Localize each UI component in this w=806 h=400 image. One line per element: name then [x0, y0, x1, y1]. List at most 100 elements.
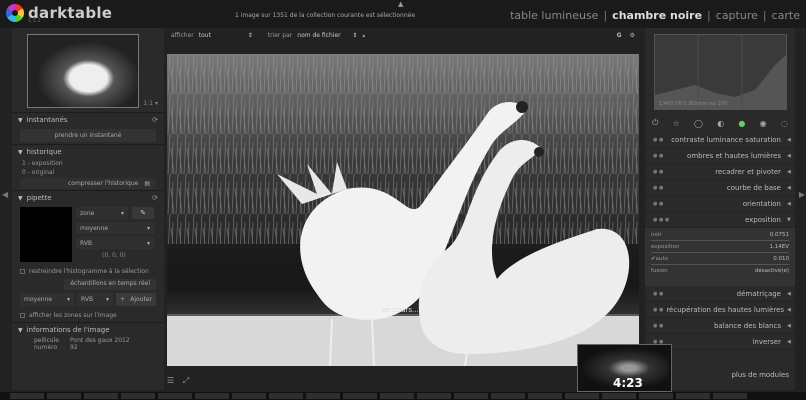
- sort-select[interactable]: nom de fichier ⇕: [297, 32, 357, 39]
- menu-icon[interactable]: ☰: [167, 376, 174, 385]
- live-samples-header[interactable]: échantillons en temps réel: [20, 279, 156, 290]
- add-sample-button[interactable]: + Ajouter: [116, 293, 156, 306]
- film-thumb[interactable]: [380, 393, 414, 399]
- history-header[interactable]: ▼ historique: [12, 144, 164, 159]
- power-icon[interactable]: ⏻: [652, 118, 658, 128]
- film-thumb[interactable]: [602, 393, 636, 399]
- view-map[interactable]: carte: [772, 9, 800, 22]
- info-row: pellicule Pont des gaux 2012: [34, 337, 130, 344]
- center-view: afficher tout ⇕ trier par nom de fichier ⇕…: [165, 28, 641, 390]
- reset-icon[interactable]: ⟳: [152, 194, 158, 202]
- history-item[interactable]: 0 - original: [12, 168, 164, 177]
- right-panel-toggle-icon[interactable]: ▶: [799, 190, 805, 199]
- zoom-level[interactable]: 1:1 ▾: [143, 100, 158, 107]
- filter-select[interactable]: tout ⇕: [199, 32, 253, 39]
- style-icon[interactable]: ▤: [144, 180, 150, 187]
- picker-mode-select[interactable]: zone ▾: [76, 207, 128, 219]
- sort-direction-icon[interactable]: ▴: [362, 32, 365, 39]
- left-panel-toggle-icon[interactable]: ◀: [2, 190, 8, 199]
- history-item[interactable]: 1 - exposition: [12, 159, 164, 168]
- chevron-down-icon: ▾: [146, 224, 150, 232]
- module-exposure[interactable]: ● ● ● exposition ▼: [645, 212, 795, 228]
- basic-group-icon[interactable]: ◯: [694, 119, 703, 128]
- restrict-histogram-checkbox[interactable]: restreindre l'histogramme à la sélection: [12, 265, 164, 278]
- film-thumb[interactable]: [713, 393, 747, 399]
- film-thumb[interactable]: [158, 393, 192, 399]
- view-lighttable[interactable]: table lumineuse: [510, 9, 598, 22]
- chevron-left-icon: ◀: [787, 184, 791, 191]
- film-thumb[interactable]: [454, 393, 488, 399]
- picker-stat-select[interactable]: moyenne ▾: [76, 222, 154, 234]
- blend-mode-select[interactable]: fusion désactivé(e): [651, 266, 789, 276]
- reset-icon[interactable]: ⟳: [152, 116, 158, 124]
- film-thumb[interactable]: [417, 393, 451, 399]
- film-thumb[interactable]: [269, 393, 303, 399]
- center-toolbar: afficher tout ⇕ trier par nom de fichier ⇕…: [165, 28, 641, 42]
- film-thumb[interactable]: [639, 393, 673, 399]
- fullscreen-icon[interactable]: ⤢: [183, 376, 189, 385]
- navigation-thumbnail[interactable]: [27, 34, 139, 108]
- film-thumb[interactable]: [676, 393, 710, 399]
- collection-info: 1 image sur 1351 de la collection couran…: [234, 12, 416, 19]
- left-panel: 1:1 ▾ ▼ instantanés ⟳ prendre un instant…: [12, 28, 164, 390]
- film-thumb[interactable]: [84, 393, 118, 399]
- history-title: historique: [26, 148, 62, 156]
- film-thumb[interactable]: [565, 393, 599, 399]
- sample-controls: moyenne ▾ RVB ▾ + Ajouter: [20, 293, 156, 306]
- chevron-down-icon: ▾: [120, 209, 124, 217]
- grouping-button[interactable]: G: [617, 32, 622, 39]
- film-thumb[interactable]: [528, 393, 562, 399]
- chevron-down-icon: ▾: [66, 296, 70, 303]
- navigation-module: 1:1 ▾: [12, 28, 164, 112]
- film-thumb[interactable]: [343, 393, 377, 399]
- module-list: ● ● contraste luminance saturation ◀ ● ● om…: [645, 132, 795, 350]
- module-crop-rotate[interactable]: ● ● recadrer et pivoter ◀: [645, 164, 795, 180]
- module-white-balance[interactable]: ● ● balance des blancs ◀: [645, 318, 795, 334]
- sample-stat-select[interactable]: moyenne ▾: [20, 293, 74, 306]
- film-thumb[interactable]: [491, 393, 525, 399]
- module-orientation[interactable]: ● ● orientation ◀: [645, 196, 795, 212]
- color-group-icon[interactable]: ●: [738, 119, 745, 128]
- tone-group-icon[interactable]: ◐: [717, 119, 724, 128]
- image-canvas[interactable]: en cours...: [167, 54, 639, 366]
- film-thumb[interactable]: [10, 393, 44, 399]
- film-thumb[interactable]: [47, 393, 81, 399]
- show-zones-checkbox[interactable]: afficher les zones sur l'image: [12, 309, 164, 322]
- image-info-title: informations de l'image: [26, 326, 110, 334]
- picker-header[interactable]: ▼ pipette ⟳: [12, 190, 164, 205]
- correct-group-icon[interactable]: ◉: [760, 119, 767, 128]
- film-thumb[interactable]: [195, 393, 229, 399]
- module-contrast[interactable]: ● ● contraste luminance saturation ◀: [645, 132, 795, 148]
- sample-model-select[interactable]: RVB ▾: [77, 293, 113, 306]
- app-version: 1.1.1: [28, 18, 41, 24]
- snapshots-header[interactable]: ▼ instantanés ⟳: [12, 112, 164, 127]
- chevron-left-icon: ◀: [787, 168, 791, 175]
- effect-group-icon[interactable]: ◌: [781, 119, 788, 128]
- take-snapshot-button[interactable]: prendre un instantané: [20, 129, 156, 142]
- exposure-auto-row[interactable]: ✔ auto 0.010: [651, 254, 789, 264]
- star-icon[interactable]: ☆: [673, 119, 680, 128]
- module-base-curve[interactable]: ● ● courbe de base ◀: [645, 180, 795, 196]
- view-darkroom[interactable]: chambre noire: [612, 9, 702, 22]
- module-highlight-recovery[interactable]: ● ● récupération des hautes lumières ◀: [645, 302, 795, 318]
- exposure-black-slider[interactable]: noir 0.0751: [651, 230, 789, 240]
- module-shadows-highlights[interactable]: ● ● ombres et hautes lumières ◀: [645, 148, 795, 164]
- film-thumb[interactable]: [306, 393, 340, 399]
- picker-model-select[interactable]: RVB ▾: [76, 237, 154, 249]
- gear-icon[interactable]: ⚙: [630, 32, 635, 39]
- exposure-exposure-slider[interactable]: exposition 1.14EV: [651, 242, 789, 252]
- chevron-updown-icon: ⇕: [247, 31, 253, 39]
- module-group-tabs: ⏻ ☆ ◯ ◐ ● ◉ ◌: [645, 116, 795, 130]
- histogram[interactable]: 1/400 f/8.0 300mm iso 100: [654, 34, 787, 110]
- color-picker-icon[interactable]: ✎: [132, 207, 154, 219]
- flamingo-photo: [167, 54, 639, 366]
- view-capture[interactable]: capture: [716, 9, 758, 22]
- image-info-header[interactable]: ▼ informations de l'image: [12, 322, 164, 337]
- plus-icon: +: [120, 296, 126, 303]
- top-panel-toggle-icon[interactable]: ▲: [398, 0, 403, 8]
- compress-history-button[interactable]: compresser l'historique ▤: [20, 178, 156, 189]
- film-thumb[interactable]: [121, 393, 155, 399]
- chevron-left-icon: ◀: [787, 152, 791, 159]
- module-demosaic[interactable]: ● ● dématriçage ◀: [645, 286, 795, 302]
- film-thumb[interactable]: [232, 393, 266, 399]
